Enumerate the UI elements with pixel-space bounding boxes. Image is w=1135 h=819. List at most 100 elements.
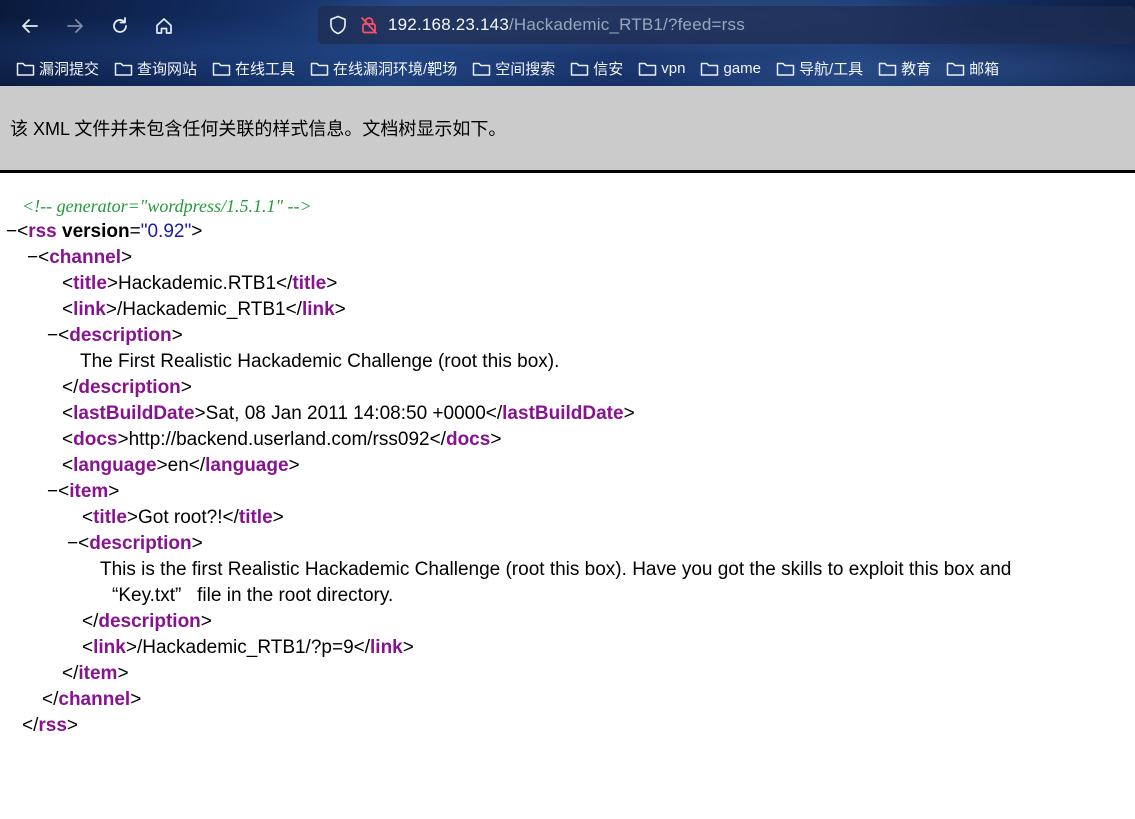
rss-open-line: −<rss version="0.92">: [6, 221, 203, 242]
reload-icon: [113, 17, 127, 33]
rss-close-line: </rss>: [22, 715, 79, 736]
arrow-right-icon: [67, 19, 83, 33]
bookmark-folder[interactable]: vpn: [638, 60, 685, 77]
folder-icon: [639, 62, 657, 76]
link-tag: link: [301, 299, 335, 320]
bookmark-label: 在线漏洞环境/靶场: [333, 60, 458, 78]
link-tag: link: [370, 637, 403, 658]
description-tag: description: [78, 377, 181, 398]
bookmark-folder[interactable]: 在线工具: [212, 58, 295, 79]
bookmark-label: game: [723, 59, 761, 77]
channel-tag: channel: [49, 247, 122, 268]
folder-icon: [114, 62, 133, 76]
bookmark-folder[interactable]: 漏洞提交: [16, 58, 99, 79]
rss-attr-value: "0.92": [140, 221, 192, 242]
bookmark-folder[interactable]: 查询网站: [114, 58, 197, 79]
item-description-close-line: </description>: [82, 611, 212, 632]
back-button[interactable]: [16, 12, 44, 40]
description-tag: description: [89, 533, 192, 554]
lastbuilddate-line: <lastBuildDate>Sat, 08 Jan 2011 14:08:50…: [62, 403, 635, 424]
item-link-line: <link>/Hackademic_RTB1/?p=9</link>: [82, 637, 414, 658]
bookmark-folder[interactable]: game: [700, 60, 761, 77]
bookmark-folder[interactable]: 在线漏洞环境/靶场: [310, 58, 457, 79]
url-text[interactable]: 192.168.23.143/Hackademic_RTB1/?feed=rss: [388, 15, 745, 35]
collapse-toggle[interactable]: −: [27, 247, 38, 268]
channel-tag: channel: [58, 689, 131, 710]
item-title-text: Got root?!: [138, 507, 223, 528]
bookmark-folder[interactable]: 信安: [570, 58, 623, 79]
bookmark-label: 教育: [901, 60, 932, 78]
bookmarks-bar: 漏洞提交 查询网站 在线工具 在线漏洞环境/靶场 空间搜索 信安 vpn gam…: [0, 56, 1135, 80]
item-link-text: /Hackademic_RTB1/?p=9: [136, 637, 354, 658]
shield-icon[interactable]: [327, 14, 349, 36]
language-text: en: [167, 455, 189, 476]
home-button[interactable]: [150, 12, 178, 40]
docs-text: http://backend.userland.com/rss092: [128, 429, 430, 450]
xml-comment: <!-- generator="wordpress/1.5.1.1" -->: [22, 196, 312, 216]
language-tag: language: [205, 455, 289, 476]
insecure-lock-icon[interactable]: [359, 15, 379, 35]
rss-tag: rss: [38, 715, 67, 736]
item-close-line: </item>: [62, 663, 129, 684]
item-title-line: <title>Got root?!</title>: [82, 507, 284, 528]
xml-info-banner: 该 XML 文件并未包含任何关联的样式信息。文档树显示如下。: [0, 86, 1135, 173]
bookmark-folder[interactable]: 教育: [878, 58, 931, 79]
language-line: <language>en</language>: [62, 455, 300, 476]
channel-close-line: </channel>: [42, 689, 142, 710]
folder-icon: [212, 62, 231, 76]
reload-button[interactable]: [106, 12, 134, 40]
browser-toolbar: 192.168.23.143/Hackademic_RTB1/?feed=rss…: [0, 0, 1135, 86]
bookmark-label: 在线工具: [235, 60, 296, 78]
banner-text: 该 XML 文件并未包含任何关联的样式信息。文档树显示如下。: [10, 119, 507, 139]
rss-attr-name: version: [62, 221, 130, 242]
home-icon: [156, 18, 172, 34]
bookmark-label: 邮箱: [969, 60, 1000, 78]
item-tag: item: [69, 481, 109, 502]
item-description-text-1: This is the first Realistic Hackademic C…: [100, 559, 1012, 580]
folder-icon: [946, 62, 965, 76]
collapse-toggle[interactable]: −: [6, 221, 17, 242]
item-tag: item: [78, 663, 118, 684]
lastbuilddate-tag: lastBuildDate: [73, 403, 195, 424]
bookmark-label: 查询网站: [137, 60, 198, 78]
bookmark-folder[interactable]: 邮箱: [946, 58, 999, 79]
collapse-toggle[interactable]: −: [67, 533, 78, 554]
forward-button[interactable]: [61, 12, 89, 40]
arrow-left-icon: [22, 19, 38, 33]
folder-icon: [776, 62, 795, 76]
item-description-text-2: “Key.txt” file in the root directory.: [112, 585, 394, 606]
docs-tag: docs: [445, 429, 491, 450]
collapse-toggle[interactable]: −: [47, 481, 58, 502]
description-tag: description: [98, 611, 201, 632]
collapse-toggle[interactable]: −: [47, 325, 58, 346]
bookmark-label: 导航/工具: [798, 60, 864, 78]
description-close-line: </description>: [62, 377, 192, 398]
folder-icon: [570, 62, 589, 76]
docs-line: <docs>http://backend.userland.com/rss092…: [62, 429, 502, 450]
link-line: <link>/Hackademic_RTB1</link>: [62, 299, 346, 320]
folder-icon: [472, 62, 491, 76]
rss-tag: rss: [28, 221, 57, 242]
item-description-text-line: This is the first Realistic Hackademic C…: [0, 557, 1135, 583]
description-tag: description: [69, 325, 172, 346]
bookmark-label: vpn: [661, 59, 686, 77]
channel-open-line: −<channel>: [27, 247, 133, 268]
link-tag: link: [73, 299, 106, 320]
url-host: 192.168.23.143: [388, 15, 509, 34]
title-line: <title>Hackademic.RTB1</title>: [62, 273, 338, 294]
title-tag: title: [73, 273, 107, 294]
channel-link-text: /Hackademic_RTB1: [116, 299, 286, 320]
description-open-line: −<description>: [47, 325, 183, 346]
xml-comment-line: <!-- generator="wordpress/1.5.1.1" -->: [0, 193, 1135, 219]
channel-description-text: The First Realistic Hackademic Challenge…: [80, 351, 560, 372]
address-bar[interactable]: 192.168.23.143/Hackademic_RTB1/?feed=rss: [318, 6, 1135, 44]
bookmark-label: 空间搜索: [495, 60, 556, 78]
item-description-open-line: −<description>: [67, 533, 203, 554]
item-description-text-line: “Key.txt” file in the root directory.: [0, 583, 1135, 609]
folder-icon: [310, 62, 329, 76]
docs-tag: docs: [73, 429, 118, 450]
title-tag: title: [93, 507, 127, 528]
bookmark-folder[interactable]: 导航/工具: [776, 58, 863, 79]
bookmark-folder[interactable]: 空间搜索: [472, 58, 555, 79]
lastbuilddate-text: Sat, 08 Jan 2011 14:08:50 +0000: [205, 403, 486, 424]
